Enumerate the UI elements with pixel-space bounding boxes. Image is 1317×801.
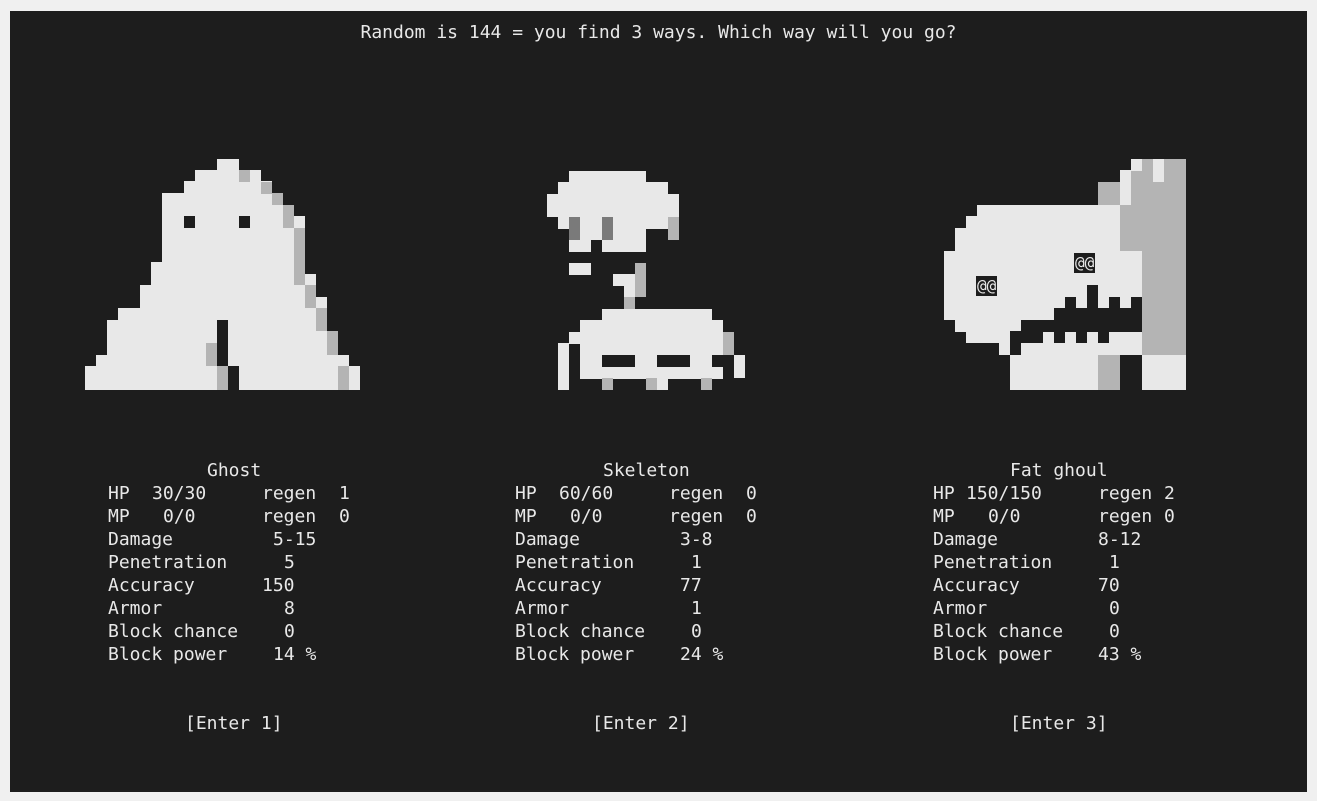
stat-label-mp-regen: regen <box>1098 506 1153 527</box>
stat-value-damage: 3-8 <box>680 529 713 550</box>
stat-label-mp: MP <box>933 506 955 527</box>
stat-label-damage: Damage <box>515 529 581 550</box>
stat-label-block-power: Block power <box>933 644 1053 665</box>
stat-value-accuracy: 70 <box>1098 575 1120 596</box>
stat-label-hp: HP <box>933 483 955 504</box>
stat-value-mp-regen: 0 <box>339 506 350 527</box>
ghoul-eye-right-glyphs: @@ <box>1074 253 1096 273</box>
stat-label-armor: Armor <box>515 598 570 619</box>
stat-value-block-power: 24 % <box>680 644 724 665</box>
stat-label-hp: HP <box>108 483 130 504</box>
enter-2-option[interactable]: [Enter 2] <box>592 712 690 735</box>
stat-value-mp: 0/0 <box>163 506 196 527</box>
stat-value-damage: 8-12 <box>1098 529 1142 550</box>
stat-value-accuracy: 150 <box>262 575 295 596</box>
stat-label-hp-regen: regen <box>1098 483 1153 504</box>
stat-label-block-chance: Block chance <box>515 621 646 642</box>
stat-value-hp-regen: 0 <box>746 483 757 504</box>
stat-value-block-power: 43 % <box>1098 644 1142 665</box>
stat-label-armor: Armor <box>108 598 163 619</box>
ghoul-eye-left-glyphs: @@ <box>976 276 998 296</box>
stat-value-hp: 150/150 <box>966 483 1042 504</box>
stat-value-hp-regen: 1 <box>339 483 350 504</box>
stat-value-armor: 0 <box>1109 598 1120 619</box>
stat-label-mp-regen: regen <box>262 506 317 527</box>
stat-label-accuracy: Accuracy <box>108 575 195 596</box>
stat-value-damage: 5-15 <box>273 529 317 550</box>
stat-value-penetration: 5 <box>284 552 295 573</box>
stat-value-mp: 0/0 <box>988 506 1021 527</box>
stat-label-penetration: Penetration <box>108 552 228 573</box>
stat-value-block-chance: 0 <box>691 621 702 642</box>
monster-name-fat-ghoul: Fat ghoul <box>1010 460 1108 481</box>
ghost-sprite-icon <box>85 159 360 390</box>
stat-label-accuracy: Accuracy <box>933 575 1020 596</box>
stat-value-penetration: 1 <box>1109 552 1120 573</box>
stat-value-armor: 1 <box>691 598 702 619</box>
stat-value-hp: 30/30 <box>152 483 207 504</box>
stat-label-penetration: Penetration <box>933 552 1053 573</box>
monster-name-ghost: Ghost <box>207 460 262 481</box>
stat-label-penetration: Penetration <box>515 552 635 573</box>
stat-value-hp: 60/60 <box>559 483 614 504</box>
enter-1-option[interactable]: [Enter 1] <box>185 712 283 735</box>
stat-value-mp-regen: 0 <box>1164 506 1175 527</box>
stat-label-hp-regen: regen <box>669 483 724 504</box>
stat-value-penetration: 1 <box>691 552 702 573</box>
skeleton-sprite-icon <box>547 171 745 390</box>
stat-label-damage: Damage <box>108 529 174 550</box>
stat-value-block-power: 14 % <box>273 644 317 665</box>
stat-label-mp: MP <box>515 506 537 527</box>
stat-label-block-power: Block power <box>108 644 228 665</box>
stat-label-damage: Damage <box>933 529 999 550</box>
stat-label-armor: Armor <box>933 598 988 619</box>
stat-value-hp-regen: 2 <box>1164 483 1175 504</box>
stat-value-armor: 8 <box>284 598 295 619</box>
stat-label-block-power: Block power <box>515 644 635 665</box>
enter-3-option[interactable]: [Enter 3] <box>1010 712 1108 735</box>
stat-value-block-chance: 0 <box>1109 621 1120 642</box>
stat-label-mp-regen: regen <box>669 506 724 527</box>
stat-label-hp: HP <box>515 483 537 504</box>
stat-label-block-chance: Block chance <box>933 621 1064 642</box>
game-terminal: Random is 144 = you find 3 ways. Which w… <box>10 11 1307 792</box>
stat-label-hp-regen: regen <box>262 483 317 504</box>
stat-label-block-chance: Block chance <box>108 621 239 642</box>
stat-value-accuracy: 77 <box>680 575 702 596</box>
stat-label-accuracy: Accuracy <box>515 575 602 596</box>
stat-value-block-chance: 0 <box>284 621 295 642</box>
stat-value-mp: 0/0 <box>570 506 603 527</box>
stat-label-mp: MP <box>108 506 130 527</box>
ghoul-sprite-icon <box>944 159 1186 390</box>
monster-name-skeleton: Skeleton <box>603 460 690 481</box>
prompt-text: Random is 144 = you find 3 ways. Which w… <box>360 22 957 43</box>
stat-value-mp-regen: 0 <box>746 506 757 527</box>
